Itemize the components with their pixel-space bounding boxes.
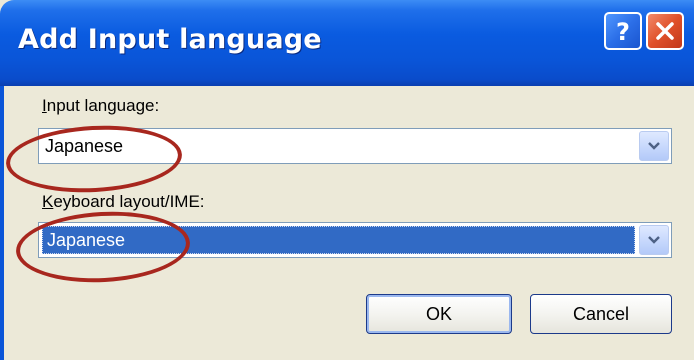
- cancel-button[interactable]: Cancel: [530, 294, 672, 334]
- add-input-language-dialog: Add Input language ? Input language: Jap…: [0, 0, 694, 360]
- input-language-label: Input language:: [42, 96, 159, 116]
- keyboard-layout-dropdown-button[interactable]: [639, 225, 669, 255]
- keyboard-layout-label-text: eyboard layout/IME:: [53, 192, 205, 211]
- keyboard-layout-label: Keyboard layout/IME:: [42, 192, 205, 212]
- input-language-dropdown-button[interactable]: [639, 131, 669, 161]
- dialog-body: Input language: Japanese Keyboard layout…: [0, 86, 694, 360]
- keyboard-layout-accesskey: K: [42, 192, 54, 211]
- keyboard-layout-value: Japanese: [47, 230, 126, 250]
- svg-text:?: ?: [616, 18, 630, 44]
- selection-highlight: [42, 226, 635, 254]
- close-icon: [656, 22, 674, 40]
- help-button[interactable]: ?: [604, 12, 642, 50]
- question-icon: ?: [616, 18, 630, 44]
- window-title: Add Input language: [18, 24, 322, 55]
- input-language-label-text: nput language:: [46, 96, 160, 115]
- chevron-down-icon: [648, 142, 660, 150]
- input-language-value: Japanese: [45, 136, 124, 156]
- ok-button[interactable]: OK: [366, 294, 512, 334]
- close-button[interactable]: [646, 12, 684, 50]
- keyboard-layout-select[interactable]: Japanese: [38, 222, 672, 258]
- input-language-select[interactable]: Japanese: [38, 128, 672, 164]
- chevron-down-icon: [648, 236, 660, 244]
- title-bar[interactable]: Add Input language ?: [0, 0, 694, 86]
